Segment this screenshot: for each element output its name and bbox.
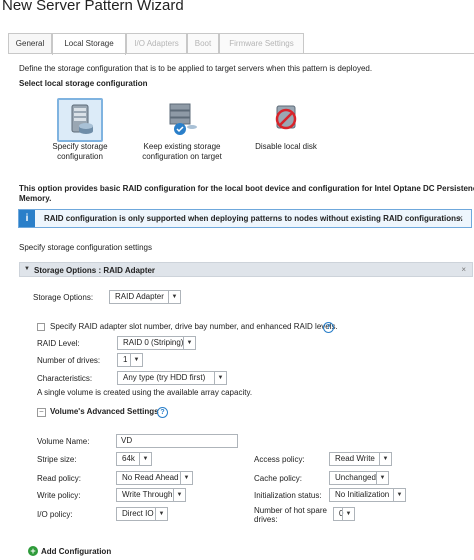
option-keep-existing[interactable]: Keep existing storage configuration on t… [134,98,230,161]
option-disable-local-disk[interactable]: Disable local disk [246,98,326,160]
server-storage-icon [57,98,103,142]
tab-boot[interactable]: Boot [187,33,219,53]
read-policy-select[interactable]: No Read Ahead ▼ [116,471,193,485]
tab-local-storage[interactable]: Local Storage [52,33,126,55]
characteristics-select[interactable]: Any type (try HDD first) ▼ [117,371,227,385]
info-icon: i [19,210,35,227]
volume-name-input[interactable]: VD [116,434,238,448]
num-drives-select[interactable]: 1 ▼ [117,353,143,367]
io-policy-label: I/O policy: [37,510,73,519]
stripe-size-value: 64k [122,454,135,463]
init-status-select[interactable]: No Initialization ▼ [329,488,406,502]
raid-level-select[interactable]: RAID 0 (Striping) ▼ [117,336,196,350]
collapse-arrow-icon[interactable]: ▼ [24,266,30,272]
option-specify-storage[interactable]: Specify storage configuration [38,98,122,161]
help-icon[interactable]: ? [323,322,334,333]
info-banner-text: RAID configuration is only supported whe… [44,214,463,223]
select-heading: Select local storage configuration [19,79,148,88]
section-title: Storage Options : RAID Adapter [34,266,156,275]
chevron-down-icon: ▼ [393,489,405,501]
storage-options-section-header[interactable]: ▼ Storage Options : RAID Adapter × [19,262,473,277]
chevron-down-icon: ▼ [183,337,195,349]
access-policy-select[interactable]: Read Write ▼ [329,452,392,466]
init-status-value: No Initialization [335,490,390,499]
help-icon[interactable]: ? [157,407,168,418]
plus-icon: + [28,546,38,556]
hot-spare-select[interactable]: 0 ▼ [333,507,355,521]
access-policy-label: Access policy: [254,455,305,464]
server-check-icon [162,98,202,138]
cache-policy-value: Unchanged [335,473,376,482]
chevron-down-icon: ▼ [214,372,226,384]
write-policy-value: Write Through [122,490,173,499]
chevron-down-icon: ▼ [139,453,151,465]
option-label-line1: Specify storage [52,142,108,151]
chevron-down-icon: ▼ [376,472,388,484]
read-policy-label: Read policy: [37,474,82,483]
advanced-settings-title: Volume's Advanced Settings [50,407,159,416]
storage-options-value: RAID Adapter [115,292,164,301]
raid-level-label: RAID Level: [37,339,80,348]
tab-firmware-settings[interactable]: Firmware Settings [219,33,304,53]
tab-divider [8,53,474,54]
single-volume-note: A single volume is created using the ava… [37,388,253,397]
init-status-label: Initialization status: [254,491,322,500]
tab-io-adapters[interactable]: I/O Adapters [126,33,187,53]
info-banner: i RAID configuration is only supported w… [18,209,472,228]
characteristics-label: Characteristics: [37,374,93,383]
num-drives-value: 1 [123,355,128,364]
chevron-down-icon: ▼ [168,291,180,303]
num-drives-label: Number of drives: [37,356,101,365]
chevron-down-icon: ▼ [379,453,391,465]
access-policy-value: Read Write [335,454,375,463]
volume-name-label: Volume Name: [37,437,90,446]
write-policy-select[interactable]: Write Through ▼ [116,488,186,502]
read-policy-value: No Read Ahead [122,473,179,482]
chevron-down-icon: ▼ [342,508,354,520]
wizard-title: New Server Pattern Wizard [2,0,184,14]
specify-raid-label: Specify RAID adapter slot number, drive … [50,322,338,331]
io-policy-select[interactable]: Direct IO ▼ [116,507,168,521]
write-policy-label: Write policy: [37,491,81,500]
option-description-line2: Memory. [19,194,52,203]
collapse-advanced-icon[interactable]: – [37,408,46,417]
io-policy-value: Direct IO [122,509,154,518]
option-label-line1: Keep existing storage [143,142,221,151]
add-configuration-label: Add Configuration [41,547,112,556]
characteristics-value: Any type (try HDD first) [123,373,206,382]
specify-raid-checkbox[interactable] [37,323,45,331]
stripe-size-label: Stripe size: [37,455,77,464]
option-label-line2: configuration [57,152,103,161]
cache-policy-select[interactable]: Unchanged ▼ [329,471,389,485]
storage-options-select[interactable]: RAID Adapter ▼ [109,290,181,304]
chevron-down-icon: ▼ [155,508,167,520]
option-description-line1: This option provides basic RAID configur… [19,184,474,193]
hot-spare-label-line2: drives: [254,515,278,524]
specify-settings-label: Specify storage configuration settings [19,243,152,252]
option-label-line2: configuration on target [142,152,222,161]
hot-spare-label-line1: Number of hot spare [254,506,327,515]
raid-level-value: RAID 0 (Striping) [123,338,184,347]
close-icon[interactable]: × [461,265,466,274]
close-icon[interactable]: × [458,213,463,223]
tab-general[interactable]: General [8,33,52,53]
storage-options-label: Storage Options: [33,293,94,302]
intro-text: Define the storage configuration that is… [19,64,373,73]
disk-disabled-icon [266,98,306,138]
tab-bar: General Local Storage I/O Adapters Boot … [8,33,474,55]
option-label-line1: Disable local disk [255,142,317,151]
chevron-down-icon: ▼ [180,472,192,484]
cache-policy-label: Cache policy: [254,474,303,483]
chevron-down-icon: ▼ [130,354,142,366]
chevron-down-icon: ▼ [173,489,185,501]
stripe-size-select[interactable]: 64k ▼ [116,452,152,466]
